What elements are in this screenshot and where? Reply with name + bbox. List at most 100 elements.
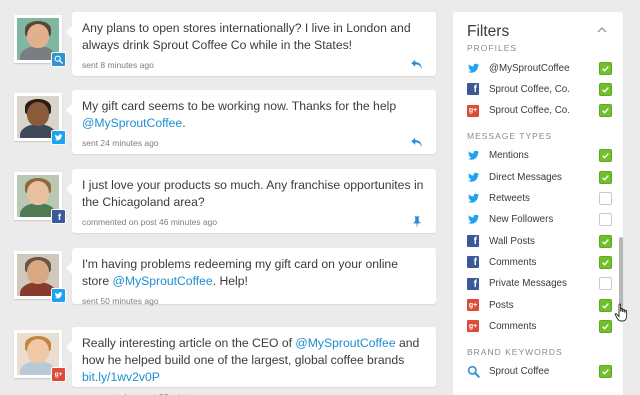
pin-icon[interactable] [410,215,426,229]
feed-message: Any plans to open stores internationally… [0,12,440,86]
filter-label: @MySproutCoffee [489,62,570,74]
twitter-icon [466,170,480,184]
filter-checkbox[interactable] [599,255,612,269]
filter-row[interactable]: New Followers [466,211,612,229]
twitter-icon [466,61,480,75]
message-timestamp: commented on post 46 minutes ago [82,217,218,227]
filter-checkbox[interactable] [599,365,612,379]
twitter-icon [466,192,480,206]
filters-title: Filters [467,23,510,40]
message-body: Any plans to open stores internationally… [82,21,411,52]
filter-checkbox[interactable] [599,104,612,118]
filters-scrollbar[interactable] [619,237,623,312]
message-text: Really interesting article on the CEO of… [82,335,426,386]
filter-row[interactable]: f Sprout Coffee, Co. [466,80,612,98]
filter-label: New Followers [489,214,554,226]
filter-row[interactable]: g+ Comments [466,317,612,335]
filter-row[interactable]: g+ Posts [466,296,612,314]
filter-row[interactable]: Retweets [466,190,612,208]
filter-checkbox[interactable] [599,213,612,227]
facebook-icon: f [466,255,480,269]
feed-message: I'm having problems redeeming my gift ca… [0,248,440,314]
googleplus-icon: g+ [466,298,480,312]
filter-section-title: MESSAGE TYPES [467,130,553,141]
avatar[interactable] [14,15,66,67]
filter-label: Mentions [489,150,529,162]
filter-checkbox[interactable] [599,149,612,163]
avatar-head [27,24,49,48]
search-badge-icon [51,52,66,67]
facebook-icon: f [466,277,480,291]
filter-checkbox[interactable] [599,61,612,75]
mention-link[interactable]: @MySproutCoffee [112,274,212,288]
filter-row[interactable]: Direct Messages [466,168,612,186]
filter-section-title: PROFILES [467,43,518,53]
message-body: I just love your products so much. Any f… [82,178,424,209]
filter-row[interactable]: f Wall Posts [466,232,612,250]
message-text: Any plans to open stores internationally… [82,20,426,54]
message-text: I just love your products so much. Any f… [82,177,426,211]
mention-link[interactable]: @MySproutCoffee [82,116,182,130]
filter-checkbox[interactable] [599,319,612,333]
message-text: My gift card seems to be working now. Th… [82,98,426,132]
message-card[interactable]: Any plans to open stores internationally… [66,12,436,76]
filter-row[interactable]: Sprout Coffee [466,363,612,381]
message-body-tail: . Help! [212,274,248,288]
chevron-up-icon[interactable] [597,26,607,34]
reply-icon[interactable] [410,136,426,150]
message-body-tail: . [182,116,186,130]
message-card[interactable]: I'm having problems redeeming my gift ca… [66,248,436,306]
message-card[interactable]: I just love your products so much. Any f… [66,169,436,233]
twitter-badge-icon [51,130,66,145]
feed-message: My gift card seems to be working now. Th… [0,90,440,164]
message-card[interactable]: My gift card seems to be working now. Th… [66,90,436,154]
message-feed: Any plans to open stores internationally… [0,0,440,395]
filter-checkbox[interactable] [599,234,612,248]
filter-label: Retweets [489,193,530,204]
filter-checkbox[interactable] [599,192,612,205]
filters-panel: Filters PROFILES @MySproutCoffee f Sprout C… [453,12,623,395]
filter-checkbox[interactable] [599,298,612,312]
facebook-icon: f [466,234,480,248]
filter-label: Posts [489,299,514,311]
message-card[interactable]: Really interesting article on the CEO of… [66,327,436,395]
filter-row[interactable]: Mentions [466,147,612,165]
feed-message: g+ Really interesting article on the CEO … [0,327,440,395]
avatar[interactable] [14,93,66,145]
mention-link[interactable]: @MySproutCoffee [295,336,395,350]
googleplus-icon: g+ [466,319,480,333]
filter-row[interactable]: g+ Sprout Coffee, Co. [466,102,612,120]
filter-checkbox[interactable] [599,170,612,184]
avatar-head [27,339,49,363]
search-icon [466,365,480,379]
avatar-head [27,181,49,205]
filter-row[interactable]: f Comments [466,253,612,271]
message-body: My gift card seems to be working now. Th… [82,99,397,113]
avatar[interactable]: f [14,172,66,224]
filter-label: Sprout Coffee, Co. [489,105,570,117]
filter-label: Comments [489,320,537,332]
twitter-icon [466,149,480,163]
message-timestamp: sent 50 minutes ago [82,296,159,306]
avatar-head [27,260,49,284]
filter-checkbox[interactable] [599,277,612,291]
googleplus-badge-icon: g+ [51,367,66,382]
filter-row[interactable]: f Private Messages [466,275,612,293]
filter-label: Comments [489,256,537,268]
facebook-badge-icon: f [51,209,66,224]
filter-label: Sprout Coffee [489,366,550,378]
avatar[interactable]: g+ [14,330,66,382]
filter-label: Wall Posts [489,235,535,247]
filter-row[interactable]: @MySproutCoffee [466,59,612,77]
url-link[interactable]: bit.ly/1wv2v0P [82,370,160,384]
filter-checkbox[interactable] [599,82,612,96]
avatar[interactable] [14,251,66,303]
filter-label: Direct Messages [489,171,562,183]
message-timestamp: sent 8 minutes ago [82,60,154,70]
facebook-icon: f [466,82,480,96]
avatar-head [27,102,49,126]
twitter-badge-icon [51,288,66,303]
feed-message: f I just love your products so much. Any … [0,169,440,243]
message-body: Really interesting article on the CEO of [82,336,296,350]
reply-icon[interactable] [410,58,426,72]
